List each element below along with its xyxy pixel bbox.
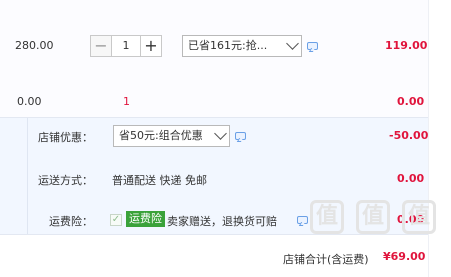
chat-icon[interactable]: [235, 132, 246, 140]
second-item-price: 0.00: [17, 95, 42, 108]
shipping-method: 普通配送 快递 免邮: [112, 174, 207, 187]
insurance-description: 卖家赠送，退换货可赔: [167, 215, 277, 228]
item-discount-select[interactable]: 已省161元:抢...: [182, 35, 302, 57]
shop-discount-amount: -50.00: [389, 129, 429, 142]
shipping-amount: 0.00: [397, 172, 425, 185]
shop-total-amount: ¥69.00: [383, 250, 426, 263]
shop-total-label: 店铺合计(含运费): [283, 253, 369, 266]
chat-icon[interactable]: [297, 216, 308, 224]
quantity-input[interactable]: 1: [112, 35, 140, 57]
right-gutter: [428, 0, 451, 277]
shop-discount-select[interactable]: 省50元:组合优惠: [113, 125, 230, 147]
unit-price: 280.00: [15, 39, 54, 52]
shop-discount-label: 店铺优惠：: [38, 131, 93, 144]
item-rows-area: [0, 0, 428, 118]
insurance-checkbox[interactable]: ✓: [110, 214, 122, 226]
chat-icon[interactable]: [307, 42, 318, 50]
watermark-logo: 值: [310, 200, 344, 234]
watermark-logo: 值: [356, 200, 390, 234]
quantity-stepper[interactable]: − 1 +: [90, 35, 162, 57]
item-subtotal: 119.00: [385, 39, 428, 52]
second-item-subtotal: 0.00: [397, 95, 425, 108]
shipping-label: 运送方式：: [38, 174, 93, 187]
increase-quantity-button[interactable]: +: [140, 35, 162, 57]
panel-divider: [27, 118, 28, 234]
insurance-label: 运费险：: [49, 215, 93, 228]
item-discount-select-value: 已省161元:抢...: [188, 39, 268, 52]
second-item-quantity: 1: [123, 95, 130, 108]
chevron-down-icon: [214, 127, 227, 140]
decrease-quantity-button[interactable]: −: [90, 35, 112, 57]
insurance-badge: 运费险: [126, 211, 165, 227]
shop-discount-select-value: 省50元:组合优惠: [119, 129, 203, 142]
watermark-logo: 值: [402, 200, 436, 234]
chevron-down-icon: [286, 37, 299, 50]
